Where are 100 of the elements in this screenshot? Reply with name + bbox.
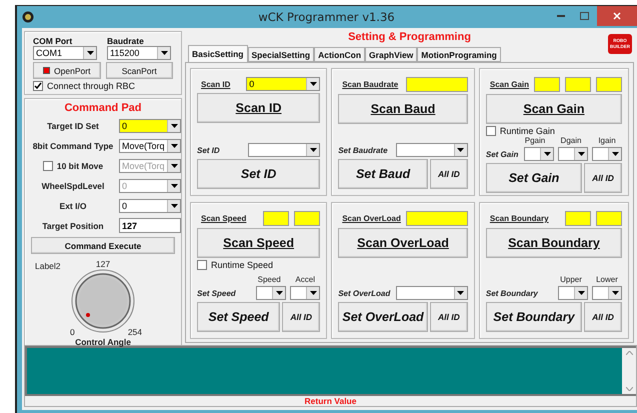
dropdown[interactable]: 0 bbox=[246, 77, 320, 91]
set-label: Set ID bbox=[197, 146, 220, 154]
scan-button[interactable]: Scan Baud bbox=[338, 94, 468, 124]
scan-label: Scan Speed bbox=[201, 214, 246, 223]
scale-label: 127 bbox=[96, 259, 110, 269]
caret-icon bbox=[578, 152, 584, 156]
close-icon bbox=[612, 12, 621, 20]
checkbox[interactable] bbox=[486, 126, 496, 136]
value-box bbox=[294, 211, 320, 226]
scan-button[interactable]: Scan OverLoad bbox=[338, 228, 468, 258]
caret-icon bbox=[310, 291, 317, 295]
dropdown[interactable] bbox=[524, 147, 554, 161]
dropdown[interactable]: Move(Torq bbox=[119, 138, 181, 152]
scan-button[interactable]: Scan Gain bbox=[486, 94, 622, 124]
caret-icon bbox=[170, 184, 178, 188]
caret-icon bbox=[86, 51, 94, 55]
caret-icon bbox=[457, 291, 464, 295]
scan-button[interactable]: Scan Speed bbox=[197, 228, 320, 258]
scan-button[interactable]: Scan ID bbox=[197, 93, 320, 123]
tab[interactable]: BasicSetting bbox=[188, 45, 248, 62]
caret-icon bbox=[170, 124, 178, 128]
scroll-up-icon[interactable] bbox=[626, 351, 632, 355]
execute-button[interactable]: Command Execute bbox=[31, 237, 175, 254]
tab[interactable]: ActionCon bbox=[314, 47, 366, 62]
dropdown[interactable] bbox=[256, 286, 286, 300]
tab[interactable]: MotionPrograming bbox=[417, 47, 501, 62]
scan-label: Scan OverLoad bbox=[342, 214, 401, 223]
scroll-down-icon[interactable] bbox=[626, 387, 632, 391]
set-button[interactable]: Set OverLoad bbox=[338, 302, 428, 332]
value-box bbox=[565, 211, 591, 226]
scale-label: 0 bbox=[70, 327, 75, 337]
tab[interactable]: GraphView bbox=[365, 47, 418, 62]
all-id-button[interactable]: All ID bbox=[584, 163, 622, 193]
checkbox-label: Connect through RBC bbox=[47, 81, 136, 91]
set-button[interactable]: Set Baud bbox=[338, 159, 428, 189]
value-box bbox=[596, 211, 622, 226]
caret-icon bbox=[276, 291, 283, 295]
value-box bbox=[565, 77, 591, 92]
field-label: Target ID Set bbox=[47, 120, 99, 130]
dropdown[interactable] bbox=[290, 286, 320, 300]
minimize-icon bbox=[556, 15, 565, 17]
checkbox[interactable] bbox=[33, 81, 43, 91]
set-label: Set Speed bbox=[197, 288, 236, 298]
value-box bbox=[406, 77, 468, 92]
column-label: Igain bbox=[597, 136, 617, 145]
open-port-button[interactable]: OpenPort bbox=[33, 62, 100, 79]
set-button[interactable]: Set Boundary bbox=[486, 302, 582, 332]
caret-icon bbox=[170, 144, 178, 148]
caret-icon bbox=[544, 152, 550, 156]
field-label: 8bit Command Type bbox=[32, 140, 114, 150]
dropdown[interactable]: 0 bbox=[119, 118, 181, 132]
caret-icon bbox=[170, 164, 178, 168]
set-label: Set Baudrate bbox=[338, 146, 388, 154]
dropdown[interactable] bbox=[592, 147, 622, 161]
caret-icon bbox=[160, 51, 168, 55]
set-button[interactable]: Set Speed bbox=[197, 302, 280, 332]
caret-icon bbox=[457, 148, 464, 152]
dropdown[interactable] bbox=[592, 286, 622, 300]
field-label: Ext I/O bbox=[60, 200, 86, 210]
scan-label: Scan ID bbox=[201, 80, 230, 88]
dropdown[interactable] bbox=[558, 286, 588, 300]
scan-label: Scan Gain bbox=[490, 80, 529, 89]
set-button[interactable]: Set Gain bbox=[486, 163, 582, 193]
scrollbar[interactable] bbox=[622, 348, 636, 394]
tab[interactable]: SpecialSetting bbox=[248, 47, 314, 62]
column-label: Upper bbox=[559, 275, 583, 284]
value-box bbox=[406, 211, 468, 226]
close-button[interactable] bbox=[596, 6, 637, 26]
column-label: Pgain bbox=[524, 136, 546, 145]
value-box bbox=[534, 77, 560, 92]
checkbox[interactable] bbox=[197, 260, 207, 270]
caret-icon bbox=[170, 204, 178, 208]
all-id-button[interactable]: All ID bbox=[584, 302, 622, 332]
scan-port-button[interactable]: ScanPort bbox=[106, 62, 173, 79]
output-label: Return Value bbox=[304, 396, 358, 406]
field-label: Target Position bbox=[42, 220, 104, 230]
field-label: Baudrate bbox=[107, 36, 145, 46]
field-label: COM Port bbox=[33, 36, 74, 46]
caret-icon bbox=[612, 152, 618, 156]
value-box bbox=[596, 77, 622, 92]
knob-label: Label2 bbox=[35, 261, 61, 271]
dropdown[interactable]: COM1 bbox=[33, 46, 97, 60]
set-label: Set Gain bbox=[486, 150, 518, 158]
dropdown[interactable] bbox=[558, 147, 588, 161]
app-icon bbox=[22, 11, 34, 23]
input-field[interactable]: 127 bbox=[119, 218, 181, 233]
scan-button[interactable]: Scan Boundary bbox=[486, 228, 622, 258]
set-button[interactable]: Set ID bbox=[197, 159, 320, 189]
caret-icon bbox=[310, 148, 317, 152]
field-label: 10 bit Move bbox=[56, 160, 104, 170]
dropdown[interactable]: 0 bbox=[119, 198, 181, 212]
field-label: WheelSpdLevel bbox=[42, 180, 104, 190]
all-id-button[interactable]: All ID bbox=[430, 159, 468, 189]
checkbox-label: Runtime Speed bbox=[211, 260, 274, 270]
dropdown[interactable]: 115200 bbox=[107, 46, 171, 60]
knob-caption: Control Angle bbox=[75, 337, 131, 347]
caret-icon bbox=[578, 291, 584, 295]
all-id-button[interactable]: All ID bbox=[430, 302, 468, 332]
window-title: wCK Programmer v1.36 bbox=[257, 10, 395, 24]
all-id-button[interactable]: All ID bbox=[282, 302, 320, 332]
